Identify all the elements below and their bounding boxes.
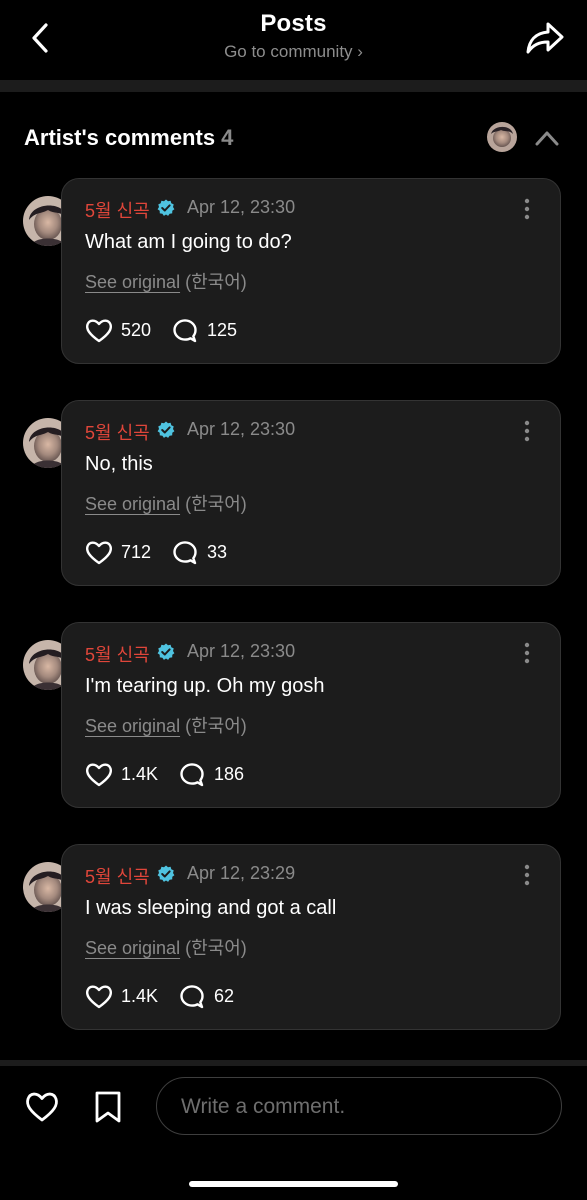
original-language: (한국어) [185,272,247,292]
like-count: 520 [121,320,152,340]
reply-count: 186 [214,764,245,784]
author-name[interactable]: 5월 신곡 [85,863,150,889]
original-language: (한국어) [185,716,247,736]
verified-badge-icon [157,865,175,882]
comment-card: 5월 신곡 Apr 12, 23:29 I was sleeping and g… [61,844,561,1030]
timestamp: Apr 12, 23:30 [187,419,296,439]
comment-input[interactable]: Write a comment. [156,1077,562,1135]
reply-count: 125 [207,320,238,340]
share-button[interactable] [524,20,566,56]
home-indicator [189,1181,398,1187]
heart-icon [85,319,113,343]
original-language: (한국어) [185,494,247,514]
avatar-image [487,122,517,152]
like-count: 712 [121,542,152,562]
comment-bubble-icon [173,541,197,565]
top-bar: Posts Go to community › [0,0,587,80]
artist-avatar [487,122,517,152]
verified-badge-icon [157,421,175,438]
chevron-up-icon [535,131,559,146]
more-vertical-icon[interactable] [517,198,537,220]
original-language: (한국어) [185,938,247,958]
comment-card: 5월 신곡 Apr 12, 23:30 What am I going to d… [61,178,561,364]
share-icon [526,22,564,54]
author-name[interactable]: 5월 신곡 [85,197,150,223]
comment-text: I was sleeping and got a call [85,897,337,919]
bottom-divider [0,1060,587,1066]
timestamp: Apr 12, 23:29 [187,863,296,883]
comment-item: 5월 신곡 Apr 12, 23:30 No, this See origina… [0,400,587,588]
bookmark-button[interactable] [92,1090,124,1124]
artist-comments-header: Artist's comments 4 [0,110,587,166]
verified-badge-icon [157,643,175,660]
see-original-row: See original (한국어) [85,268,247,294]
comment-text: I'm tearing up. Oh my gosh [85,675,325,697]
comment-item: 5월 신곡 Apr 12, 23:30 I'm tearing up. Oh m… [0,622,587,810]
heart-icon [85,985,113,1009]
comment-input-placeholder: Write a comment. [181,1095,346,1118]
see-original-row: See original (한국어) [85,934,247,960]
reply-count: 62 [214,986,235,1006]
more-vertical-icon[interactable] [517,864,537,886]
comment-bubble-icon [180,763,204,787]
comment-bubble-icon [173,319,197,343]
see-original-link[interactable]: See original [85,938,180,958]
heart-icon [85,763,113,787]
see-original-row: See original (한국어) [85,712,247,738]
like-post-button[interactable] [24,1090,60,1124]
see-original-row: See original (한국어) [85,490,247,516]
like-count: 1.4K [121,764,159,784]
bookmark-icon [95,1091,121,1123]
collapse-button[interactable] [532,126,562,150]
see-original-link[interactable]: See original [85,716,180,736]
timestamp: Apr 12, 23:30 [187,197,296,217]
comment-bubble-icon [180,985,204,1009]
more-vertical-icon[interactable] [517,420,537,442]
verified-badge-icon [157,199,175,216]
see-original-link[interactable]: See original [85,272,180,292]
author-name[interactable]: 5월 신곡 [85,641,150,667]
comment-card: 5월 신곡 Apr 12, 23:30 No, this See origina… [61,400,561,586]
header-divider [0,80,587,92]
reply-count: 33 [207,542,228,562]
page-title: Posts [260,10,327,37]
author-name[interactable]: 5월 신곡 [85,419,150,445]
timestamp: Apr 12, 23:30 [187,641,296,661]
see-original-link[interactable]: See original [85,494,180,514]
comment-card: 5월 신곡 Apr 12, 23:30 I'm tearing up. Oh m… [61,622,561,808]
comment-text: What am I going to do? [85,231,292,253]
like-count: 1.4K [121,986,159,1006]
heart-icon [26,1092,58,1122]
comment-count: 4 [221,125,234,150]
comment-item: 5월 신곡 Apr 12, 23:29 I was sleeping and g… [0,844,587,1032]
heart-icon [85,541,113,565]
section-title-text: Artist's comments [24,125,216,150]
comment-item: 5월 신곡 Apr 12, 23:30 What am I going to d… [0,178,587,366]
comment-text: No, this [85,453,153,475]
go-to-community-link[interactable]: Go to community › [0,42,587,62]
more-vertical-icon[interactable] [517,642,537,664]
section-title: Artist's comments 4 [24,125,233,151]
